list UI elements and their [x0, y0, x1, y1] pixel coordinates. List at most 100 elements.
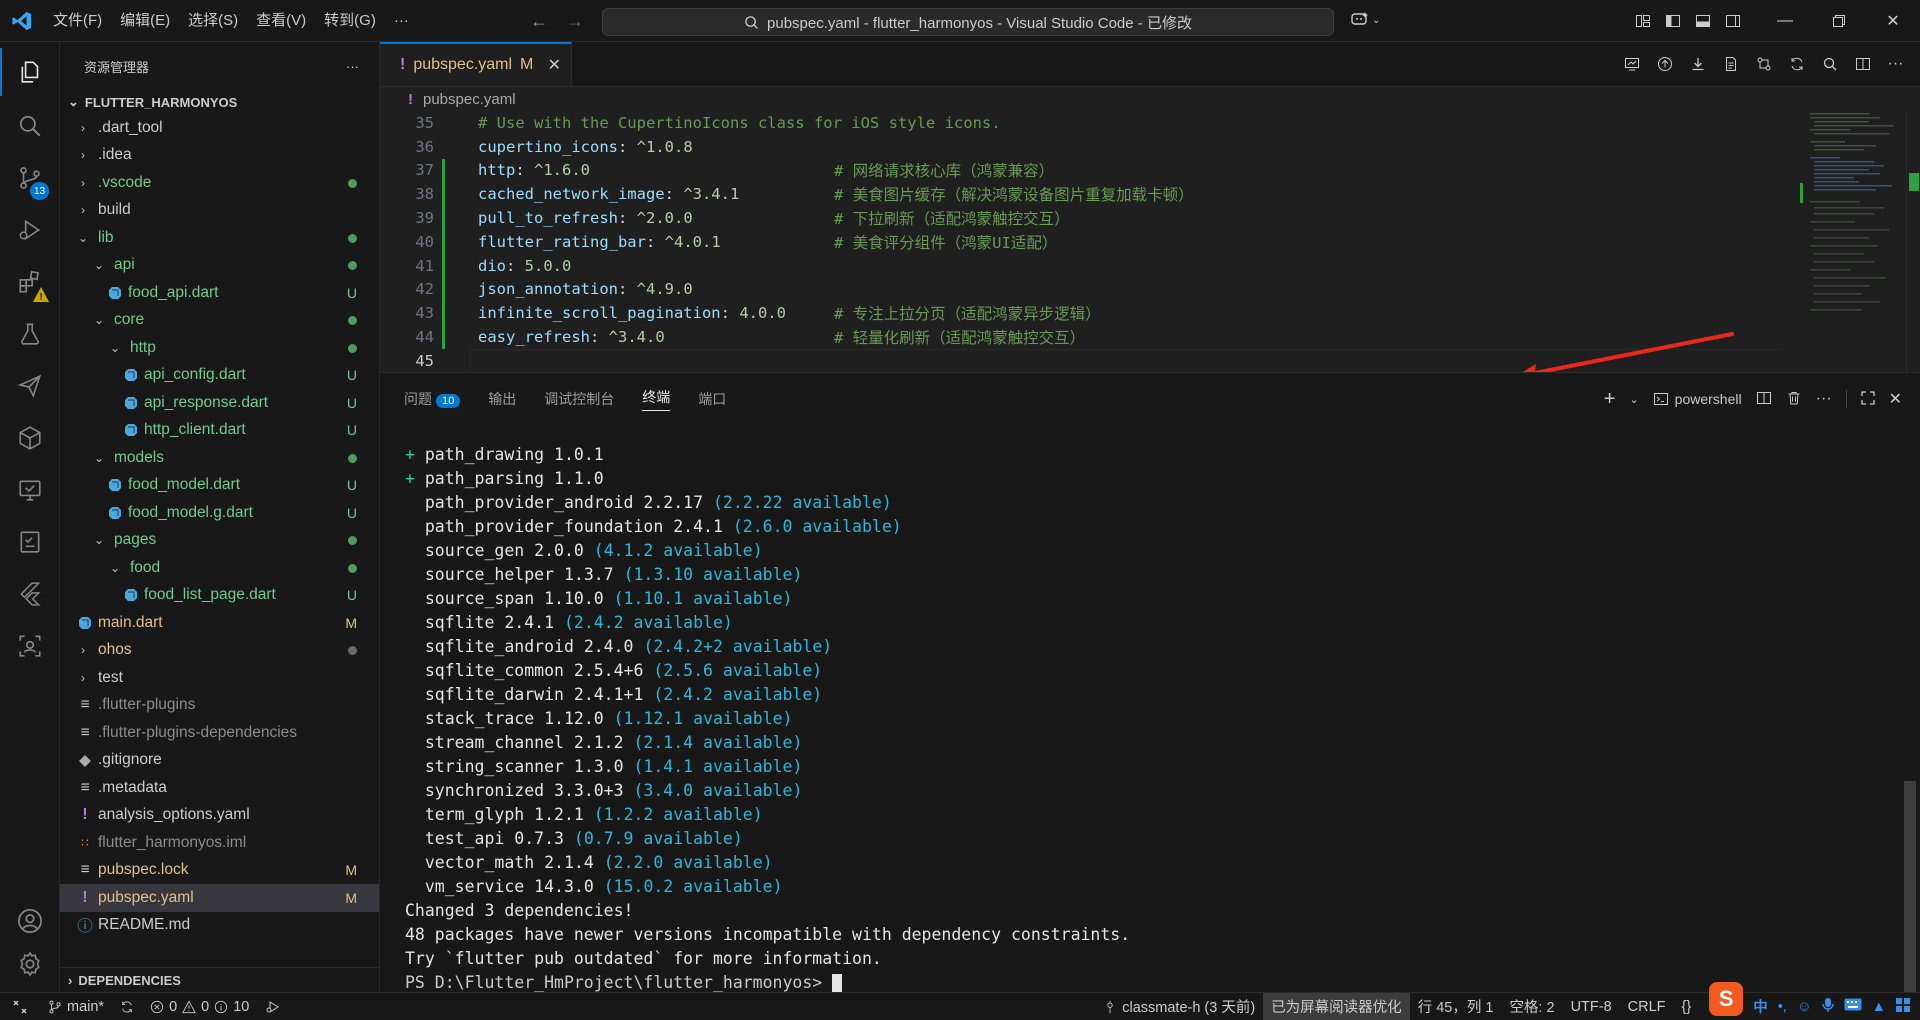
breadcrumb-file[interactable]: pubspec.yaml: [423, 91, 516, 108]
code-line[interactable]: 37 http: ^1.6.0 # 网络请求核心库（鸿蒙兼容）: [380, 158, 1780, 183]
refresh-icon[interactable]: [1782, 42, 1811, 87]
menu-item[interactable]: 编辑(E): [111, 0, 179, 42]
account-icon[interactable]: [0, 897, 60, 945]
screenshot-icon[interactable]: [0, 622, 60, 670]
file-item[interactable]: main.dart M: [60, 609, 379, 637]
sogou-logo-icon[interactable]: S: [1709, 981, 1744, 1016]
file-item[interactable]: food_model.dart U: [60, 472, 379, 500]
remote-indicator[interactable]: [0, 993, 40, 1020]
terminal-shell-selector[interactable]: powershell: [1653, 391, 1742, 407]
search-icon[interactable]: [0, 102, 60, 150]
close-panel-icon[interactable]: ✕: [1889, 389, 1902, 409]
flutter-icon[interactable]: [0, 570, 60, 618]
download-icon[interactable]: [1683, 42, 1712, 87]
command-center[interactable]: pubspec.yaml - flutter_harmonyos - Visua…: [602, 8, 1334, 36]
upload-circle-icon[interactable]: [1650, 42, 1679, 87]
code-line[interactable]: 43 infinite_scroll_pagination: 4.0.0 # 专注上…: [380, 301, 1780, 326]
file-item[interactable]: food_list_page.dart U: [60, 582, 379, 610]
file-item[interactable]: ⓘ README.md: [60, 912, 379, 940]
code-line[interactable]: 35 # Use with the CupertinoIcons class fo…: [380, 111, 1780, 135]
end-of-line[interactable]: CRLF: [1620, 993, 1674, 1020]
menu-item[interactable]: 查看(V): [247, 0, 315, 42]
code-line[interactable]: 42 json_annotation: ^4.9.0: [380, 277, 1780, 302]
code-line[interactable]: 38 cached_network_image: ^3.4.1 # 美食图片缓存（解…: [380, 182, 1780, 207]
git-blame[interactable]: classmate-h (3 天前): [1095, 993, 1263, 1020]
punctuation-icon[interactable]: •,: [1778, 999, 1787, 1015]
run-debug-icon[interactable]: [0, 206, 60, 254]
file-item[interactable]: api_config.dart U: [60, 362, 379, 390]
terminal-output[interactable]: + path_drawing 1.0.1 + path_parsing 1.1.0…: [405, 443, 1885, 995]
close-tab-icon[interactable]: ✕: [548, 55, 561, 75]
timeline-icon[interactable]: [1617, 42, 1646, 87]
chevron-down-icon[interactable]: ⌄: [1629, 393, 1638, 406]
panel-tab[interactable]: 终端: [642, 387, 671, 411]
back-arrow-icon[interactable]: ←: [530, 11, 548, 32]
dependencies-section[interactable]: › DEPENDENCIES: [60, 967, 379, 992]
restore-button[interactable]: [1812, 0, 1866, 42]
checklist-icon[interactable]: [0, 518, 60, 566]
remote-explorer-icon[interactable]: [0, 466, 60, 514]
panel-tab[interactable]: 输出: [488, 389, 516, 409]
compare-changes-icon[interactable]: [1749, 42, 1778, 87]
close-window-button[interactable]: ✕: [1866, 0, 1920, 42]
new-terminal-icon[interactable]: +: [1604, 388, 1616, 411]
testing-flask-icon[interactable]: [0, 310, 60, 358]
settings-gear-icon[interactable]: [0, 940, 60, 988]
folder-item[interactable]: ⌄ core: [60, 307, 379, 335]
extensions-icon[interactable]: !: [0, 258, 60, 306]
folder-item[interactable]: ⌄ api: [60, 252, 379, 280]
maximize-panel-icon[interactable]: [1860, 390, 1875, 408]
folder-item[interactable]: ⌄ lib: [60, 224, 379, 252]
folder-item[interactable]: › .vscode: [60, 169, 379, 197]
panel-tab[interactable]: 问题 10: [404, 389, 461, 409]
file-item[interactable]: food_api.dart U: [60, 279, 379, 307]
folder-item[interactable]: ⌄ food: [60, 554, 379, 582]
minimap[interactable]: [1800, 111, 1920, 373]
more-actions-icon[interactable]: ···: [1816, 390, 1832, 408]
terminal-scrollbar[interactable]: [1904, 781, 1916, 993]
problems-indicator[interactable]: 0 0 10: [142, 993, 257, 1020]
workspace-root[interactable]: ⌄ FLUTTER_HARMONYOS: [60, 90, 379, 114]
file-item[interactable]: ∷ flutter_harmonyos.iml: [60, 829, 379, 857]
toggle-secondary-sidebar-icon[interactable]: [1718, 0, 1748, 42]
split-editor-icon[interactable]: [1848, 42, 1877, 87]
file-item[interactable]: ≡ .flutter-plugins: [60, 692, 379, 720]
debug-launch[interactable]: [257, 993, 289, 1020]
indentation[interactable]: 空格: 2: [1501, 993, 1562, 1020]
panel-tab[interactable]: 端口: [698, 389, 726, 409]
file-item[interactable]: ≡ pubspec.lock M: [60, 857, 379, 885]
keyboard-icon[interactable]: [1844, 998, 1862, 1015]
file-item[interactable]: http_client.dart U: [60, 417, 379, 445]
code-line[interactable]: 39 pull_to_refresh: ^2.0.0 # 下拉刷新（适配鸿蒙触控交互…: [380, 206, 1780, 230]
customize-layout-icon[interactable]: [1628, 0, 1658, 42]
folder-item[interactable]: ⌄ pages: [60, 527, 379, 555]
folder-item[interactable]: › .dart_tool: [60, 114, 379, 142]
toolbox-icon[interactable]: [1896, 997, 1910, 1016]
panel-tab[interactable]: 调试控制台: [544, 389, 614, 409]
folder-item[interactable]: › build: [60, 197, 379, 225]
search-editor-icon[interactable]: [1815, 42, 1844, 87]
ime-language[interactable]: 中: [1753, 996, 1768, 1017]
microphone-icon[interactable]: [1821, 997, 1834, 1017]
skin-icon[interactable]: ▲: [1872, 999, 1886, 1015]
file-item[interactable]: ! analysis_options.yaml: [60, 802, 379, 830]
trash-icon[interactable]: [1786, 390, 1802, 409]
screen-reader-mode[interactable]: 已为屏幕阅读器优化: [1263, 992, 1410, 1020]
emoji-icon[interactable]: ☺: [1797, 999, 1812, 1015]
folder-item[interactable]: › .idea: [60, 142, 379, 170]
file-item[interactable]: api_response.dart U: [60, 389, 379, 417]
folder-item[interactable]: ⌄ http: [60, 334, 379, 362]
source-control-icon[interactable]: 13: [0, 154, 60, 202]
toggle-sidebar-icon[interactable]: [1658, 0, 1688, 42]
folder-item[interactable]: ⌄ models: [60, 444, 379, 472]
file-item[interactable]: ! pubspec.yaml M: [60, 884, 379, 912]
menu-item[interactable]: ···: [385, 0, 418, 42]
menu-item[interactable]: 文件(F): [44, 0, 111, 42]
folder-item[interactable]: › test: [60, 664, 379, 692]
menu-item[interactable]: 选择(S): [179, 0, 247, 42]
cursor-position[interactable]: 行 45，列 1: [1410, 993, 1502, 1020]
file-item[interactable]: ≡ .flutter-plugins-dependencies: [60, 719, 379, 747]
minimize-button[interactable]: —: [1758, 0, 1812, 42]
code-line[interactable]: 36 cupertino_icons: ^1.0.8: [380, 135, 1780, 159]
encoding[interactable]: UTF-8: [1563, 993, 1620, 1020]
